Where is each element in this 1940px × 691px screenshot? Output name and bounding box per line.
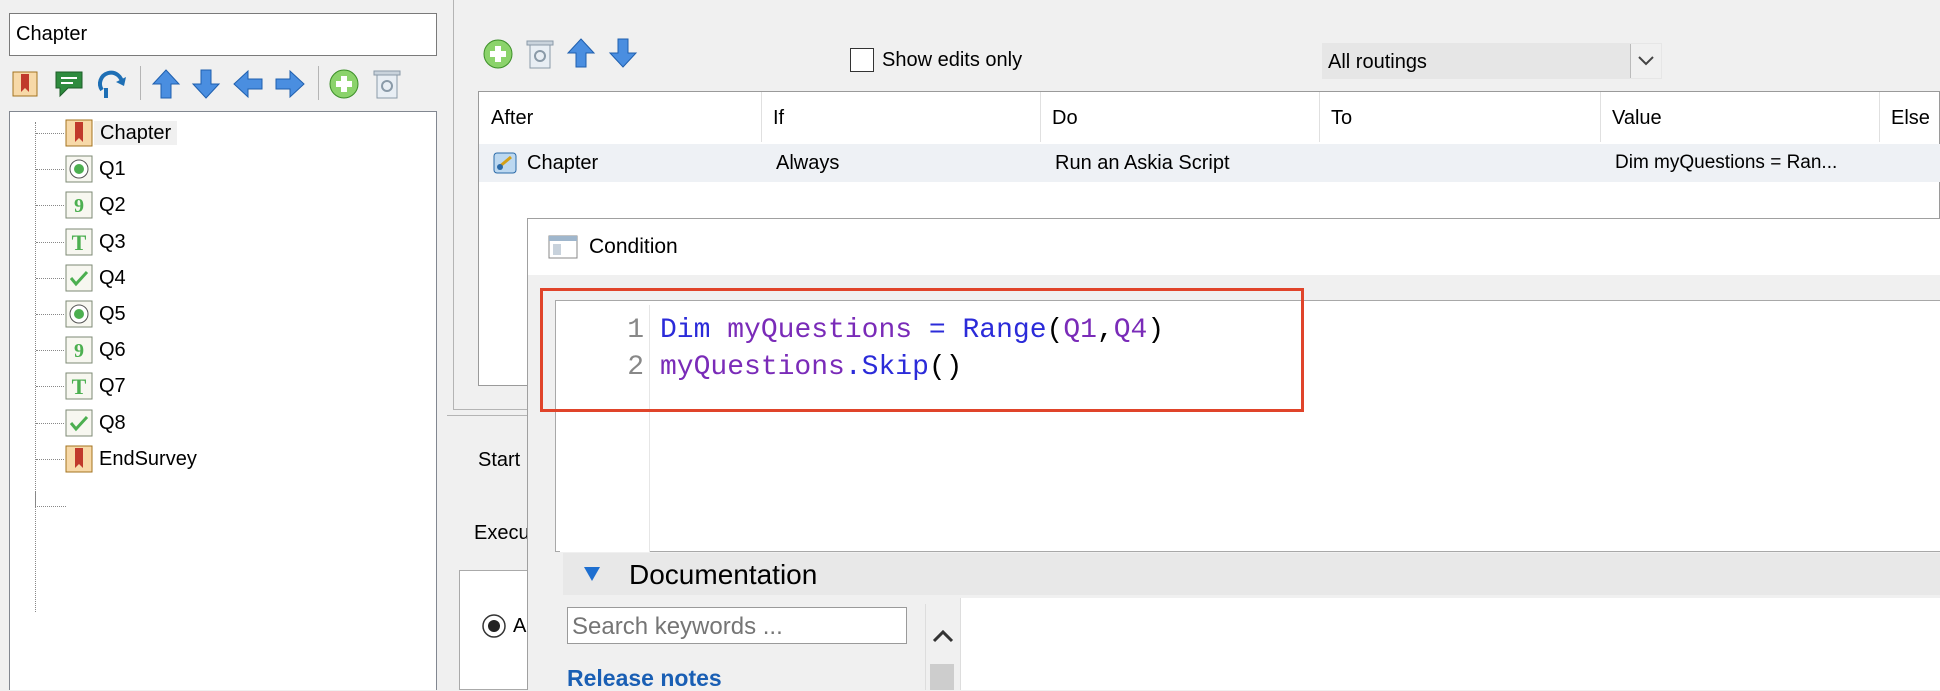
arrow-down-icon[interactable] [190,68,222,100]
comment-icon[interactable] [52,68,86,100]
column-header[interactable]: To [1319,92,1601,142]
column-header-label: Value [1612,107,1662,129]
tree-item[interactable]: Q5 [10,297,430,331]
routing-filter-select[interactable]: All routings [1322,43,1662,79]
delete-routing-icon[interactable] [525,38,555,70]
column-header[interactable]: After [479,92,762,142]
tree-item-label: EndSurvey [99,447,197,470]
tree-item-label: Q7 [99,375,126,398]
highlight-annotation [540,288,1304,412]
chapter-icon [65,119,93,152]
column-header[interactable]: Else [1879,92,1940,142]
table-row[interactable]: Chapter Always Run an Askia Script Dim m… [479,144,1940,182]
option-label: A [513,615,527,637]
tree-toolbar [0,62,440,106]
routing-filter-value: All routings [1328,51,1427,73]
tree-item-label: Chapter [94,121,178,145]
column-header[interactable]: If [761,92,1041,142]
start-label: Start [478,449,521,471]
script-icon [493,152,517,174]
chevron-down-icon[interactable] [1630,44,1661,78]
doc-search-field[interactable] [567,607,907,645]
release-notes-link[interactable]: Release notes [567,666,722,690]
tree-item-label: Q5 [99,303,126,325]
svg-text:9: 9 [74,340,84,362]
row-do: Run an Askia Script [1055,152,1230,174]
svg-text:9: 9 [74,195,84,217]
row-if: Always [776,152,840,174]
dialog-title: Condition [589,235,678,258]
arrow-right-icon[interactable] [274,68,306,100]
numeric-icon: 9 [65,336,93,369]
tree-item[interactable]: Q8 [10,406,430,440]
tree-item[interactable]: 9 Q6 [10,333,430,367]
tree-item-label: Q2 [99,194,126,217]
tree-item-label: Q6 [99,339,126,362]
tree-item[interactable]: T Q3 [10,225,430,259]
scrollbar-thumb[interactable] [930,664,954,690]
doc-search-input[interactable] [568,608,906,645]
tree-item-label: Q4 [99,266,126,289]
doc-scrollbar[interactable] [925,604,958,690]
svg-text:T: T [72,230,87,255]
delete-icon[interactable] [372,68,402,100]
column-header-label: Do [1052,107,1078,129]
chevron-up-icon[interactable] [932,628,954,644]
question-tree: Chapter Q1 9 Q2 T Q3 Q4 Q5 9 Q6 T Q7 Q8 EndSurvey [9,111,437,690]
tree-connector [35,492,66,507]
chapter-name-input[interactable]: Chapter [9,13,437,56]
arrow-up-icon[interactable] [150,68,182,100]
loop-icon[interactable] [96,68,130,102]
tree-item-label: Q3 [99,230,126,253]
doc-content [960,598,1940,690]
show-edits-checkbox[interactable] [850,48,874,72]
move-down-icon[interactable] [607,37,639,69]
tree-item[interactable]: Q4 [10,261,430,295]
open-text-icon: T [65,228,93,261]
chapter-icon[interactable] [11,70,39,98]
column-header-label: Else [1891,107,1930,129]
add-icon[interactable] [328,68,360,100]
row-after: Chapter [527,152,599,174]
chapter-icon [65,445,93,478]
move-up-icon[interactable] [565,37,597,69]
tree-item[interactable]: Q1 [10,152,430,186]
arrow-left-icon[interactable] [232,68,264,100]
show-edits-label: Show edits only [882,49,1023,71]
column-header[interactable]: Do [1040,92,1320,142]
tree-item[interactable]: 9 Q2 [10,188,430,222]
open-text-icon: T [65,372,93,405]
triangle-down-icon [584,567,600,581]
column-header-label: To [1331,107,1353,129]
tree-item-label: Q1 [99,158,126,181]
tree-item[interactable]: T Q7 [10,369,430,403]
tree-item-label: Q8 [99,411,126,434]
column-header-label: After [491,107,534,129]
tree-item[interactable]: EndSurvey [10,442,430,476]
numeric-icon: 9 [65,191,93,224]
column-header-label: If [773,107,785,129]
option-radio[interactable] [481,613,507,639]
row-value: Dim myQuestions = Ran... [1615,152,1838,173]
column-header[interactable]: Value [1600,92,1880,142]
window-icon [548,235,578,259]
multiple-choice-icon [65,264,93,297]
execute-label: Execu [474,522,530,544]
single-choice-icon [65,155,93,188]
multiple-choice-icon [65,409,93,442]
dialog-titlebar: Condition [528,219,1940,275]
documentation-header[interactable]: Documentation [563,553,1940,595]
svg-text:T: T [72,374,87,399]
tree-item[interactable]: Chapter [10,116,430,150]
add-routing-icon[interactable] [482,38,514,70]
documentation-title: Documentation [629,559,818,590]
single-choice-icon [65,300,93,333]
